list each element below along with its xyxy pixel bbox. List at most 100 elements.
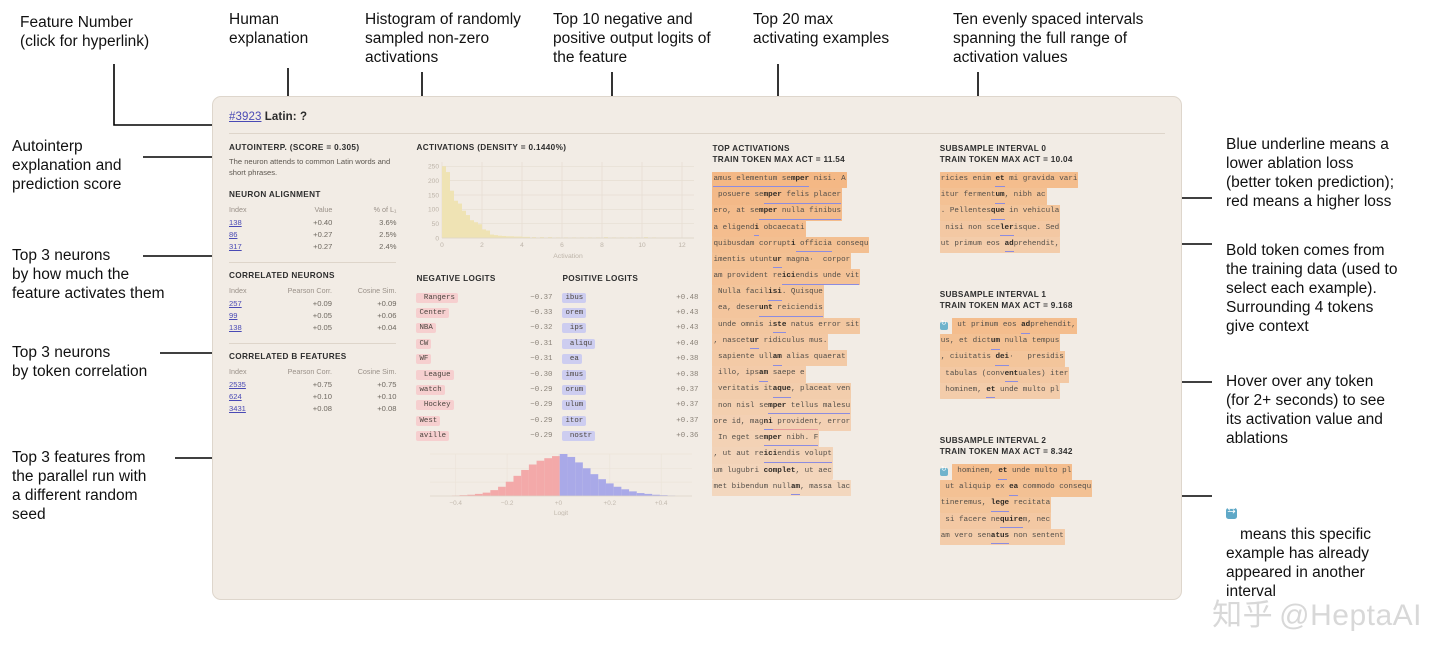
- context-token[interactable]: alias quaerat: [782, 351, 845, 364]
- logit-token[interactable]: aliqu: [562, 338, 596, 349]
- bold-token[interactable]: mper: [763, 189, 782, 204]
- context-token[interactable]: reiciendis: [772, 302, 823, 317]
- context-token[interactable]: sapiente ull: [713, 351, 773, 364]
- context-token[interactable]: quibusdam corrupt: [713, 238, 790, 251]
- bold-token[interactable]: que: [990, 205, 1005, 220]
- neuron-index-link[interactable]: 317: [229, 242, 242, 251]
- feature-index-link[interactable]: 2535: [229, 380, 246, 389]
- context-token[interactable]: veritatis it: [713, 383, 773, 396]
- token-example-row[interactable]: posuere semper felis placer: [712, 188, 925, 205]
- logit-token[interactable]: watch: [416, 385, 445, 396]
- context-token[interactable]: provident: [772, 416, 819, 431]
- context-token[interactable]: um lugubri: [713, 465, 763, 478]
- context-token[interactable]: ea, deser: [713, 302, 759, 315]
- token-example-row[interactable]: , nascetur ridiculus mus.: [712, 334, 925, 351]
- token-example-row[interactable]: illo, ipsam saepe e: [712, 366, 925, 383]
- token-example-row[interactable]: us, et dictum nulla tempus: [939, 334, 1165, 351]
- bold-token[interactable]: ent: [1004, 368, 1019, 383]
- token-example-row[interactable]: In eget semper nibh. F: [712, 431, 925, 448]
- token-example-row[interactable]: Nulla facilisi. Quisque: [712, 285, 925, 302]
- neuron-index-link[interactable]: 99: [229, 311, 237, 320]
- bold-token[interactable]: ea: [1009, 481, 1019, 496]
- bold-token[interactable]: um: [995, 189, 1005, 204]
- bold-token[interactable]: mper: [768, 400, 787, 415]
- logit-token[interactable]: itor: [562, 415, 587, 426]
- token-example-row[interactable]: ut aliquip ex ea commodo consequ: [939, 480, 1165, 497]
- context-token[interactable]: ut primum eos: [953, 319, 1021, 332]
- logit-token[interactable]: Rangers: [416, 292, 458, 303]
- context-token[interactable]: commodo consequ: [1018, 481, 1091, 494]
- bold-token[interactable]: am: [772, 351, 782, 366]
- context-token[interactable]: isque. Sed: [1014, 222, 1060, 235]
- bold-token[interactable]: complet: [764, 465, 796, 478]
- bold-token[interactable]: ler: [1000, 222, 1014, 237]
- bold-token[interactable]: et: [995, 173, 1005, 188]
- context-token[interactable]: prehendit,: [1030, 319, 1076, 332]
- token-example-row[interactable]: tabulas (conventuales) iter: [939, 366, 1165, 383]
- context-token[interactable]: ut aliquip ex: [941, 481, 1009, 494]
- context-token[interactable]: ridiculus mus.: [759, 335, 828, 348]
- context-token[interactable]: nulla finibus: [777, 205, 842, 220]
- context-token[interactable]: recitata: [1009, 497, 1050, 510]
- token-example-row[interactable]: um lugubri complet, ut aec: [712, 463, 925, 480]
- token-example-row[interactable]: veritatis itaque, placeat ven: [712, 382, 925, 399]
- bold-token[interactable]: ad: [1004, 238, 1014, 253]
- context-token[interactable]: nisi. A: [809, 173, 846, 186]
- context-token[interactable]: itur ferment: [941, 189, 996, 202]
- context-token[interactable]: ore id, mag: [713, 416, 763, 429]
- context-token[interactable]: unde multo pl: [995, 384, 1059, 397]
- context-token[interactable]: , massa lac: [800, 481, 850, 494]
- token-example-row[interactable]: am provident reiciendis unde vit: [712, 269, 925, 286]
- bold-token[interactable]: ste: [772, 319, 787, 334]
- context-token[interactable]: unde multo pl: [1007, 465, 1071, 478]
- context-token[interactable]: . Pellentes: [941, 205, 991, 218]
- logit-token[interactable]: WF: [416, 354, 432, 365]
- token-example-row[interactable]: . Pellentesque in vehicula: [939, 204, 1165, 221]
- context-token[interactable]: Nulla facil: [713, 286, 768, 299]
- bold-token[interactable]: isi: [768, 286, 782, 301]
- feature-index-link[interactable]: 624: [229, 392, 242, 401]
- context-token[interactable]: ut primum eos: [941, 238, 1005, 251]
- context-token[interactable]: , ut aec: [796, 465, 832, 478]
- token-example-row[interactable]: itur fermentum, nibh ac: [939, 188, 1165, 205]
- context-token[interactable]: nisi non sce: [941, 222, 1000, 235]
- bold-token[interactable]: ici: [763, 448, 778, 463]
- token-example-row[interactable]: tineremus, lege recitata: [939, 496, 1165, 513]
- context-token[interactable]: tellus malesu: [786, 400, 851, 415]
- bold-token[interactable]: ur: [749, 335, 760, 350]
- logit-token[interactable]: ulum: [562, 400, 587, 411]
- bold-token[interactable]: et: [986, 384, 996, 399]
- context-token[interactable]: ricies enim: [941, 173, 996, 186]
- bold-token[interactable]: ni: [763, 416, 773, 431]
- logit-token[interactable]: ips: [562, 323, 587, 334]
- bold-token[interactable]: lege: [990, 497, 1010, 512]
- neuron-index-link[interactable]: 138: [229, 218, 242, 227]
- logit-token[interactable]: aville: [416, 431, 450, 442]
- logit-token[interactable]: ea: [562, 354, 582, 365]
- context-token[interactable]: consequ: [832, 238, 869, 251]
- logit-token[interactable]: nostr: [562, 431, 596, 442]
- context-token[interactable]: felis placer: [781, 189, 842, 204]
- token-example-row[interactable]: nisi non scelerisque. Sed: [939, 220, 1165, 237]
- feature-id-link[interactable]: #3923: [229, 111, 261, 123]
- context-token[interactable]: natus error sit: [786, 319, 859, 332]
- context-token[interactable]: am vero sen: [941, 530, 991, 543]
- context-token[interactable]: , placeat ven: [791, 383, 850, 396]
- context-token[interactable]: us, et dict: [941, 335, 991, 348]
- token-example-row[interactable]: sapiente ullam alias quaerat: [712, 350, 925, 367]
- context-token[interactable]: mi gravida vari: [1005, 173, 1077, 186]
- context-token[interactable]: illo, ips: [713, 367, 759, 380]
- logit-token[interactable]: CW: [416, 338, 432, 349]
- feature-index-link[interactable]: 3431: [229, 404, 246, 413]
- bold-token[interactable]: unt: [759, 302, 773, 317]
- context-token[interactable]: endis volupt: [777, 448, 832, 463]
- bold-token[interactable]: mper: [790, 173, 810, 188]
- bold-token[interactable]: mper: [763, 432, 782, 447]
- context-token[interactable]: , ut aut re: [713, 448, 763, 461]
- context-token[interactable]: non sentent: [1009, 530, 1064, 543]
- neuron-index-link[interactable]: 257: [229, 299, 242, 308]
- logit-token[interactable]: Center: [416, 308, 450, 319]
- context-token[interactable]: hominem,: [953, 465, 999, 478]
- token-example-row[interactable]: met bibendum nullam, massa lac: [712, 479, 925, 496]
- context-token[interactable]: posuere se: [713, 189, 764, 202]
